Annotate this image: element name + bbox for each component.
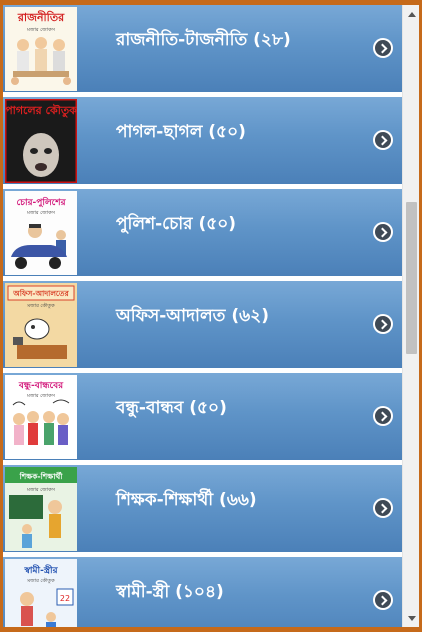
cover-subtitle: মজার কৌতুক — [26, 578, 55, 584]
scroll-up-arrow-icon[interactable] — [403, 5, 419, 22]
list-item-label: রাজনীতি-টাজনীতি (২৮) — [116, 30, 291, 50]
cover-thumbnail: চোর-পুলিশের মজার জোকস — [5, 191, 77, 275]
cover-subtitle: মজার জোকস — [26, 487, 55, 493]
cover-title: চোর-পুলিশের — [16, 196, 66, 209]
cover-thumbnail: পাগলের কৌতুক — [5, 99, 77, 183]
svg-text:22: 22 — [60, 594, 70, 603]
cover-thumbnail: বন্ধু-বান্ধবের মজার জোকস — [5, 375, 77, 459]
cover-title: বন্ধু-বান্ধবের — [18, 381, 64, 392]
chevron-right-circle-icon[interactable] — [373, 590, 393, 610]
cover-thumbnail: রাজনীতির মজার জোকস — [5, 7, 77, 91]
list-item-label: পুলিশ-চোর (৫০) — [116, 214, 237, 234]
list-item-label: পাগল-ছাগল (৫০) — [116, 122, 246, 142]
cover-title: অফিস-আদালতের — [12, 288, 69, 298]
chevron-right-circle-icon[interactable] — [373, 38, 393, 58]
cover-title: রাজনীতির — [17, 10, 65, 24]
list-item-label: শিক্ষক-শিক্ষার্থী (৬৬) — [116, 490, 257, 510]
list-item-friends[interactable]: বন্ধু-বান্ধবের মজার জোকস বন্ধু-বান্ধব (৫… — [3, 373, 402, 464]
chevron-right-circle-icon[interactable] — [373, 314, 393, 334]
cover-thumbnail: শিক্ষক-শিক্ষার্থী মজার জোকস — [5, 467, 77, 551]
list-item-teacher-student[interactable]: শিক্ষক-শিক্ষার্থী মজার জোকস শিক্ষক-শিক্ষ… — [3, 465, 402, 556]
app-frame: রাজনীতির মজার জোকস রাজনীতি-টাজনীতি (২৮) … — [0, 0, 422, 632]
list-item-crazy[interactable]: পাগলের কৌতুক পাগল-ছাগল (৫০) — [3, 97, 402, 188]
chevron-right-circle-icon[interactable] — [373, 498, 393, 518]
cover-subtitle: মজার জোকস — [26, 210, 55, 216]
list-item-politics[interactable]: রাজনীতির মজার জোকস রাজনীতি-টাজনীতি (২৮) — [3, 5, 402, 96]
cover-thumbnail: অফিস-আদালতের মজার কৌতুক — [5, 283, 77, 367]
vertical-scrollbar[interactable] — [402, 5, 419, 627]
list-item-label: বন্ধু-বান্ধব (৫০) — [116, 398, 227, 418]
chevron-right-circle-icon[interactable] — [373, 406, 393, 426]
cover-subtitle: মজার জোকস — [26, 27, 55, 33]
cover-subtitle: মজার জোকস — [26, 393, 55, 399]
cover-thumbnail: স্বামী-স্ত্রীর মজার কৌতুক 22 — [5, 559, 77, 627]
cover-title: শিক্ষক-শিক্ষার্থী — [19, 470, 64, 481]
chevron-right-circle-icon[interactable] — [373, 130, 393, 150]
list-item-office-court[interactable]: অফিস-আদালতের মজার কৌতুক অফিস-আদালত (৬২) — [3, 281, 402, 372]
list-item-police-thief[interactable]: চোর-পুলিশের মজার জোকস পুলিশ-চোর (৫০) — [3, 189, 402, 280]
scrollbar-thumb[interactable] — [406, 202, 417, 354]
cover-title: পাগলের কৌতুক — [5, 103, 77, 118]
list-item-label: স্বামী-স্ত্রী (১০৪) — [116, 582, 224, 602]
list-item-label: অফিস-আদালত (৬২) — [116, 306, 269, 326]
list-item-husband-wife[interactable]: স্বামী-স্ত্রীর মজার কৌতুক 22 স্বামী-স্ত্… — [3, 557, 402, 627]
chevron-right-circle-icon[interactable] — [373, 222, 393, 242]
cover-subtitle: মজার কৌতুক — [26, 303, 55, 309]
scroll-down-arrow-icon[interactable] — [403, 610, 419, 627]
